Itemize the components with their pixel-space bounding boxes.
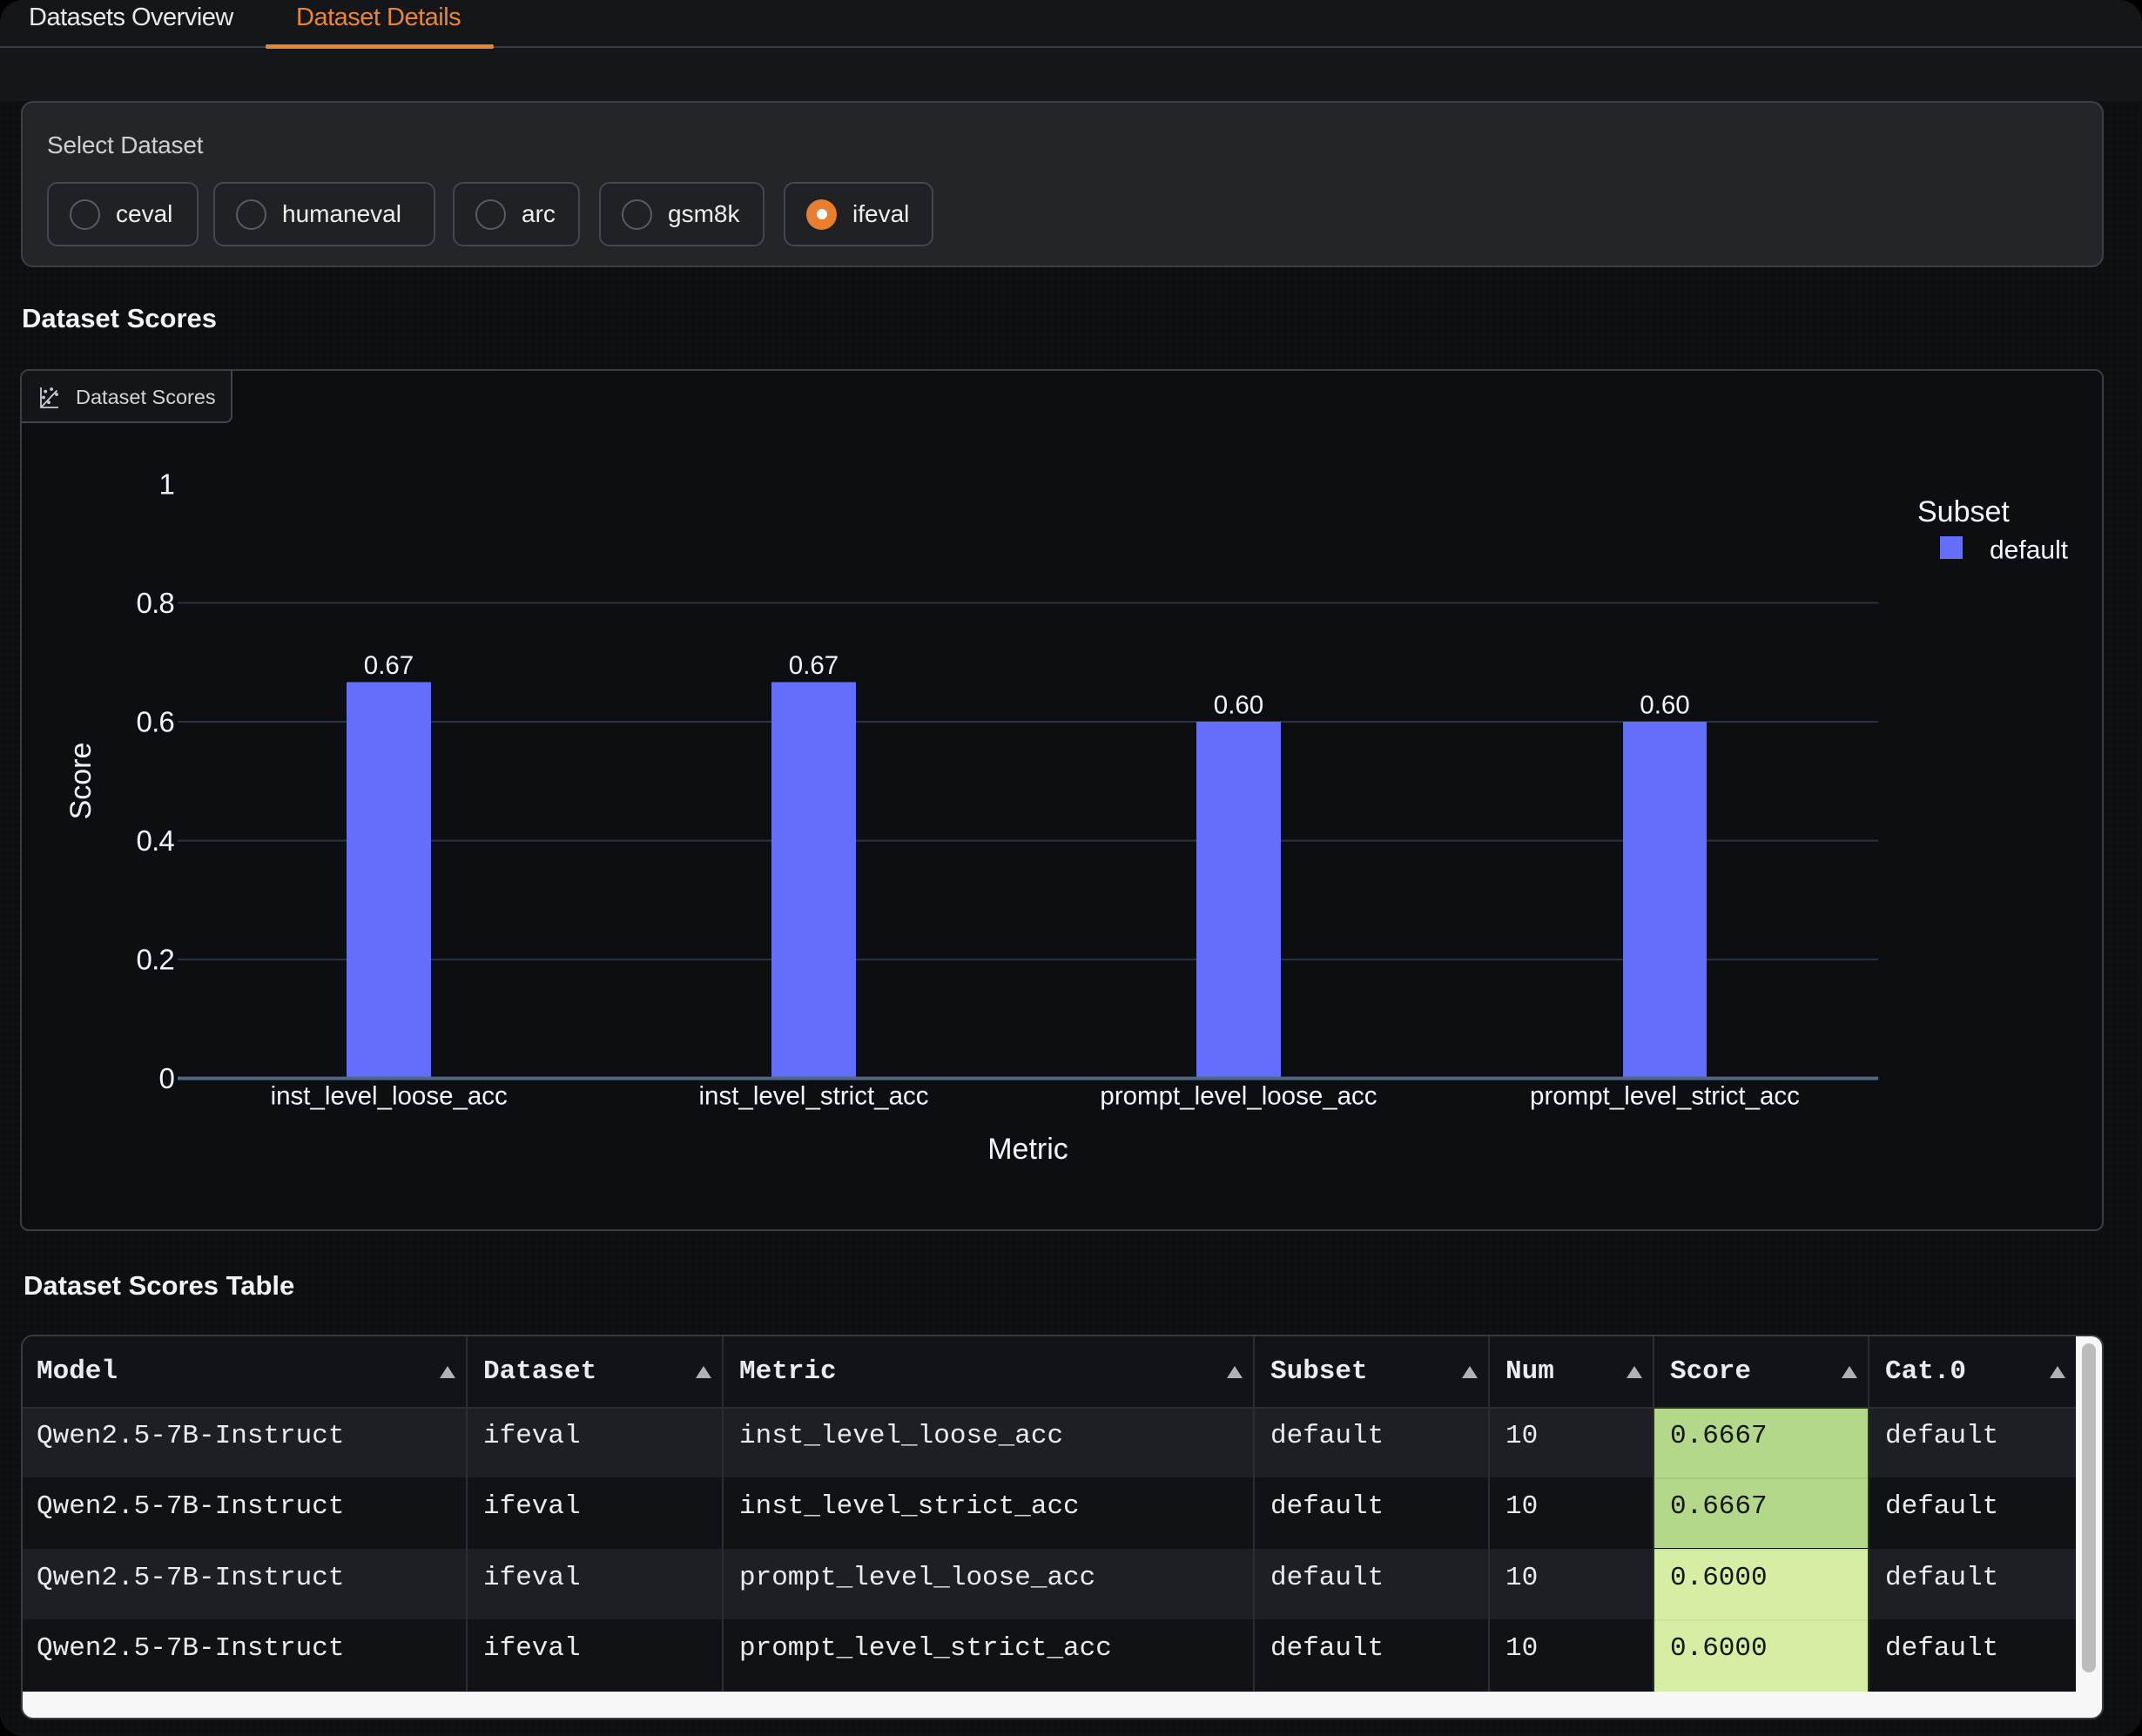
svg-text:inst_level_strict_acc: inst_level_strict_acc — [699, 1081, 929, 1110]
svg-text:0.6: 0.6 — [137, 705, 174, 737]
svg-text:prompt_level_strict_acc: prompt_level_strict_acc — [1530, 1081, 1800, 1110]
svg-text:0.4: 0.4 — [137, 824, 175, 857]
svg-text:0: 0 — [158, 1062, 174, 1094]
svg-text:Metric: Metric — [987, 1133, 1068, 1166]
svg-text:0.67: 0.67 — [364, 651, 414, 680]
svg-text:0.60: 0.60 — [1640, 691, 1689, 720]
svg-text:Subset: Subset — [1917, 495, 2010, 528]
svg-text:0.8: 0.8 — [137, 587, 174, 619]
svg-text:inst_level_loose_acc: inst_level_loose_acc — [271, 1081, 508, 1110]
svg-text:prompt_level_loose_acc: prompt_level_loose_acc — [1100, 1081, 1377, 1110]
svg-text:0.60: 0.60 — [1214, 691, 1263, 720]
svg-text:0.2: 0.2 — [137, 943, 174, 975]
svg-text:0.67: 0.67 — [789, 651, 839, 680]
svg-text:Score: Score — [64, 743, 98, 820]
svg-text:1: 1 — [158, 468, 174, 500]
svg-text:default: default — [1990, 535, 2069, 564]
